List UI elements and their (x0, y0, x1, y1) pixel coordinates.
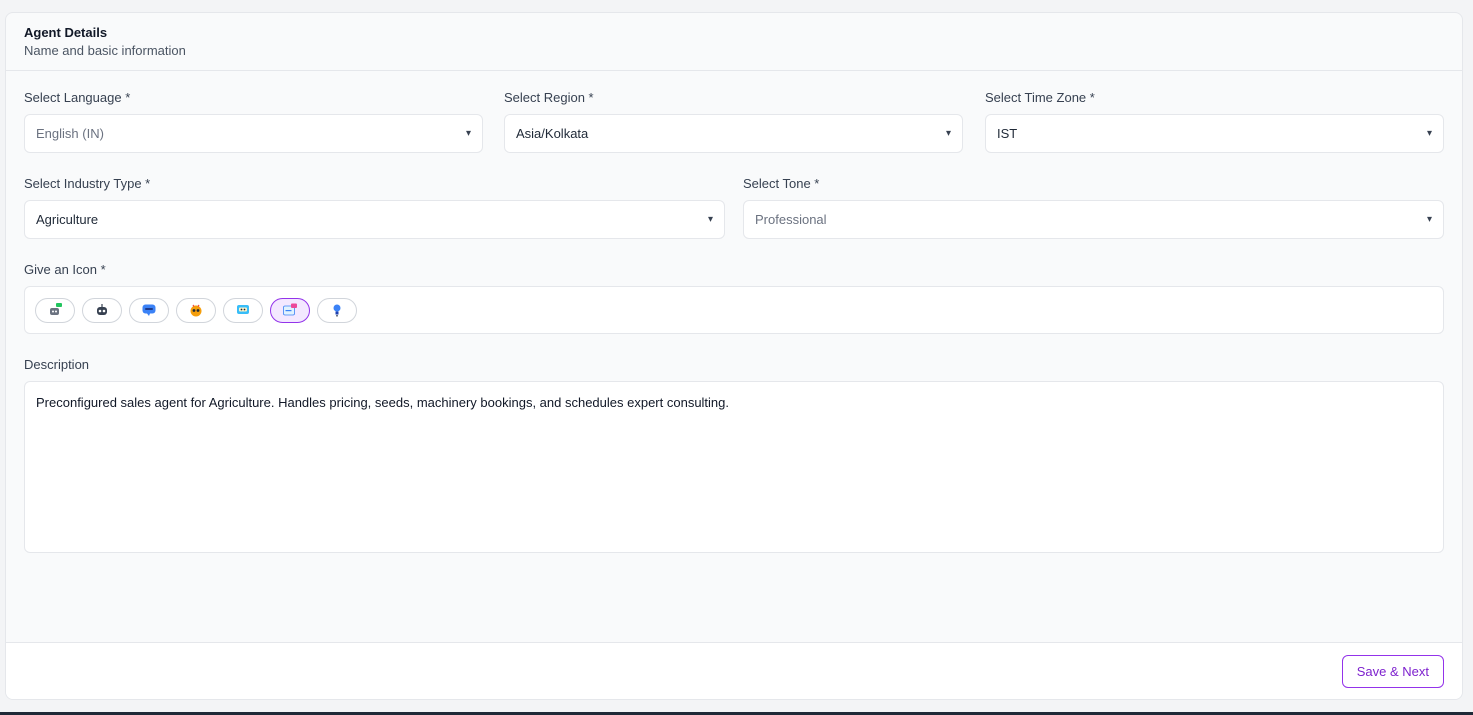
chevron-down-icon: ▾ (465, 128, 471, 139)
tone-select[interactable]: Professional ▾ (743, 200, 1444, 239)
language-select[interactable]: English (IN) ▾ (24, 114, 483, 153)
industry-value: Agriculture (36, 212, 99, 227)
icon-option-lightbulb-person[interactable] (317, 297, 357, 323)
timezone-value: IST (997, 126, 1018, 141)
description-label: Description (24, 357, 90, 372)
icon-picker (24, 286, 1444, 334)
card-footer: Save & Next (6, 642, 1462, 699)
tone-value: Professional (755, 212, 827, 227)
chevron-down-icon: ▾ (1426, 214, 1432, 225)
icon-option-robot-chat[interactable] (35, 297, 75, 323)
language-label: Select Language * (24, 90, 131, 105)
industry-select[interactable]: Agriculture ▾ (24, 200, 725, 239)
icon-option-robot-head[interactable] (82, 297, 122, 323)
robot-head-icon (97, 304, 107, 315)
icon-option-monitor-robot[interactable] (223, 297, 263, 323)
save-next-button[interactable]: Save & Next (1341, 655, 1444, 688)
chevron-down-icon: ▾ (707, 214, 713, 225)
chevron-down-icon: ▾ (945, 128, 951, 139)
card-header: Agent Details Name and basic information (6, 13, 1462, 71)
bee-robot-icon (190, 304, 202, 317)
region-select[interactable]: Asia/Kolkata ▾ (504, 114, 963, 153)
icon-option-bee-robot[interactable] (176, 297, 216, 323)
speech-bubble-icon (142, 304, 156, 316)
industry-label: Select Industry Type * (24, 176, 151, 191)
icon-option-speech-bubble[interactable] (129, 297, 169, 323)
agent-details-card: Agent Details Name and basic information… (5, 12, 1463, 700)
region-value: Asia/Kolkata (516, 126, 589, 141)
region-label: Select Region * (504, 90, 594, 105)
timezone-select[interactable]: IST ▾ (985, 114, 1444, 153)
chat-window-icon (283, 303, 297, 316)
card-subtitle: Name and basic information (24, 43, 186, 58)
chevron-down-icon: ▾ (1426, 128, 1432, 139)
description-textarea[interactable]: Preconfigured sales agent for Agricultur… (24, 381, 1444, 553)
icon-option-chat-window[interactable] (270, 297, 310, 323)
tone-label: Select Tone * (743, 176, 820, 191)
monitor-robot-icon (237, 305, 249, 314)
robot-chat-icon (50, 303, 62, 315)
icon-label: Give an Icon * (24, 262, 106, 277)
card-title: Agent Details (24, 25, 108, 40)
language-value: English (IN) (36, 126, 104, 141)
lightbulb-person-icon (333, 304, 341, 317)
timezone-label: Select Time Zone * (985, 90, 1095, 105)
